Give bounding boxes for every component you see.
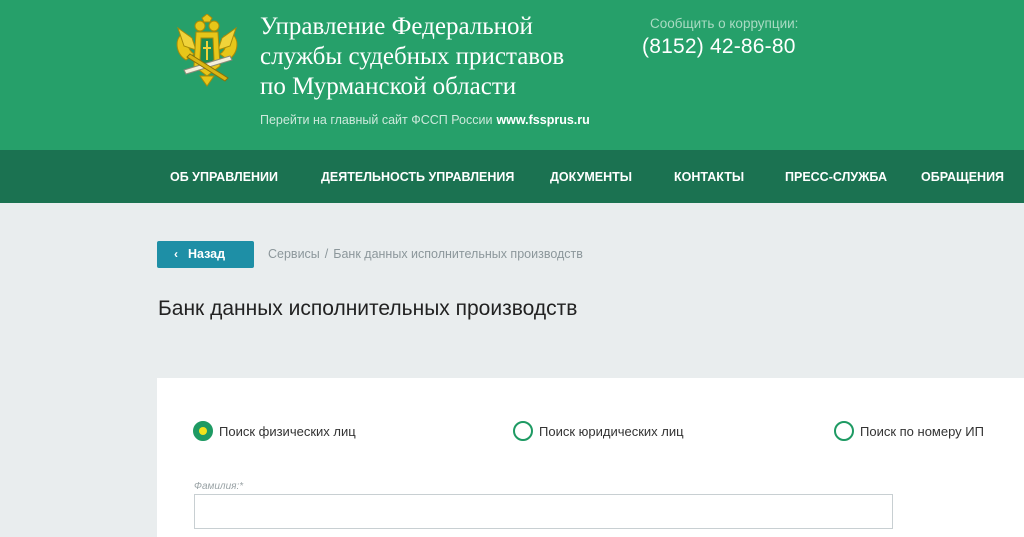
lastname-field[interactable] — [194, 494, 893, 529]
chevron-left-icon: ‹ — [174, 247, 178, 261]
breadcrumb-item-current: Банк данных исполнительных производств — [333, 247, 583, 261]
org-name-line-3: по Мурманской области — [260, 73, 517, 100]
nav-item-contacts[interactable]: КОНТАКТЫ — [674, 150, 744, 203]
breadcrumb-item-services[interactable]: Сервисы — [268, 247, 320, 261]
back-button[interactable]: ‹ Назад — [157, 241, 254, 268]
radio-unselected-icon[interactable] — [834, 421, 854, 441]
radio-label[interactable]: Поиск по номеру ИП — [860, 424, 984, 439]
nav-item-about[interactable]: ОБ УПРАВЛЕНИИ — [170, 150, 278, 203]
radio-label[interactable]: Поиск физических лиц — [219, 424, 356, 439]
main-nav: ОБ УПРАВЛЕНИИ ДЕЯТЕЛЬНОСТЬ УПРАВЛЕНИЯ ДО… — [0, 150, 1024, 203]
page-title: Банк данных исполнительных производств — [158, 297, 578, 320]
org-name-line-2: службы судебных приставов — [260, 43, 565, 70]
back-button-label: Назад — [188, 247, 226, 261]
breadcrumb-separator: / — [324, 247, 329, 261]
lastname-field-label: Фамилия:* — [194, 481, 244, 492]
corruption-report-label: Сообщить о коррупции: — [650, 16, 799, 31]
radio-unselected-icon[interactable] — [513, 421, 533, 441]
corruption-phone[interactable]: (8152) 42-86-80 — [642, 35, 796, 59]
main-site-url[interactable]: www.fssprus.ru — [496, 113, 589, 127]
radio-selected-icon[interactable] — [193, 421, 213, 441]
main-site-text[interactable]: Перейти на главный сайт ФССП России — [260, 113, 492, 127]
breadcrumb: Сервисы / Банк данных исполнительных произ… — [268, 247, 583, 261]
nav-item-documents[interactable]: ДОКУМЕНТЫ — [550, 150, 632, 203]
radio-label[interactable]: Поиск юридических лиц — [539, 424, 684, 439]
site-header: Управление Федеральной службы судебных п… — [0, 0, 1024, 150]
main-site-link-row[interactable]: Перейти на главный сайт ФССП России www.f… — [260, 113, 590, 127]
org-name-line-1: Управление Федеральной — [260, 13, 533, 40]
double-headed-eagle-emblem-icon[interactable] — [172, 14, 242, 88]
nav-item-appeals[interactable]: ОБРАЩЕНИЯ — [921, 150, 1004, 203]
nav-item-activity[interactable]: ДЕЯТЕЛЬНОСТЬ УПРАВЛЕНИЯ — [321, 150, 514, 203]
nav-item-press[interactable]: ПРЕСС-СЛУЖБА — [785, 150, 887, 203]
organization-name[interactable]: Управление Федеральной службы судебных п… — [260, 12, 640, 102]
